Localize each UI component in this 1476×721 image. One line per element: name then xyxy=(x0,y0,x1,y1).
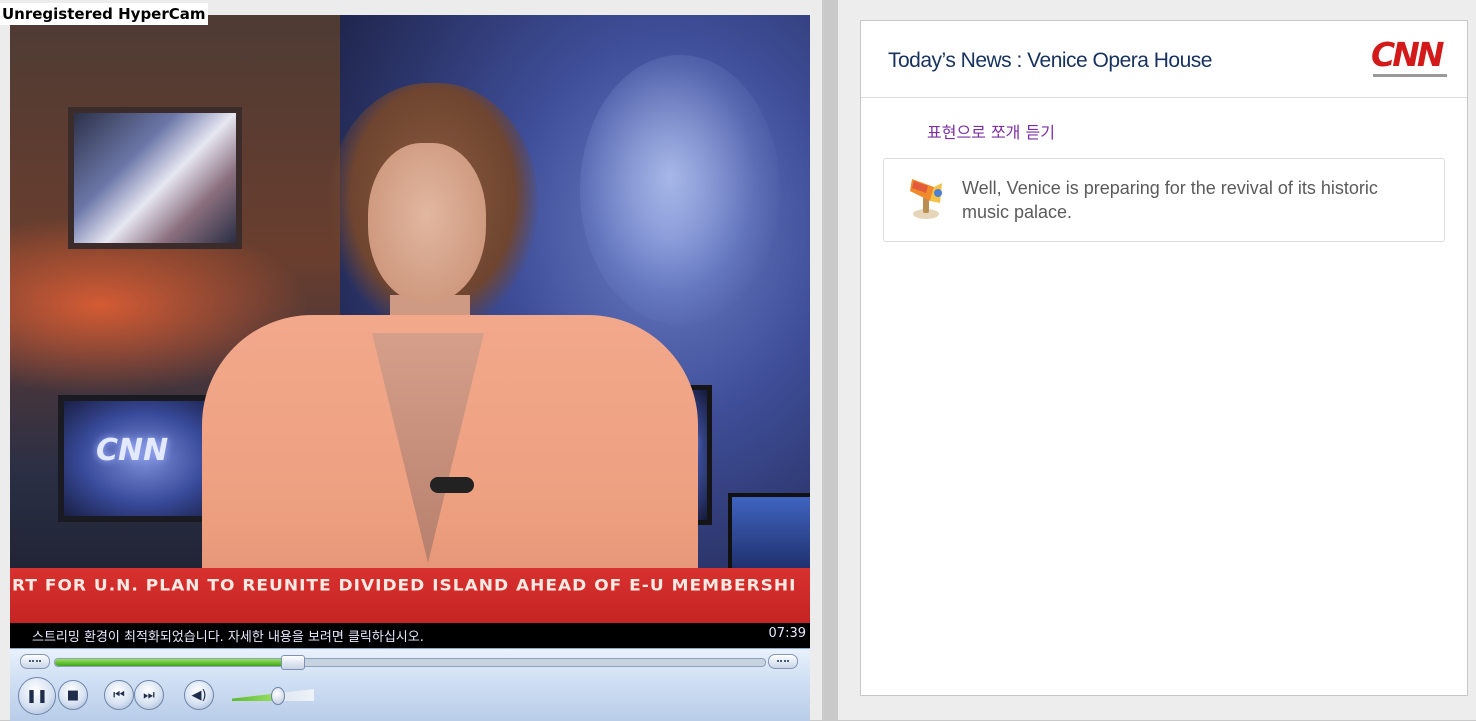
monitor-channel-logo: CNN xyxy=(96,433,169,468)
next-button[interactable]: ⏭ xyxy=(134,680,164,710)
cnn-logo: CNN xyxy=(1369,35,1449,83)
seek-thumb[interactable] xyxy=(281,655,306,670)
transcript-text: Well, Venice is preparing for the reviva… xyxy=(962,178,1378,222)
player-controls: ❚❚ ■ ⏮ ⏭ ◀) xyxy=(10,648,810,721)
watermark-label: Unregistered HyperCam xyxy=(0,3,208,25)
previous-icon: ⏮ xyxy=(113,687,125,703)
ticker-text: RT FOR U.N. PLAN TO REUNITE DIVIDED ISLA… xyxy=(12,576,797,596)
speaker-icon: ◀) xyxy=(191,687,207,703)
studio-monitor-city xyxy=(68,107,242,249)
seek-progress xyxy=(55,659,290,666)
stop-icon: ■ xyxy=(66,687,80,703)
next-icon: ⏭ xyxy=(143,687,155,703)
news-panel: Today’s News : Venice Opera House CNN 표현… xyxy=(838,0,1476,720)
volume-thumb[interactable] xyxy=(271,687,286,705)
seek-bar[interactable] xyxy=(54,655,766,670)
previous-button[interactable]: ⏮ xyxy=(104,680,134,710)
news-ticker: RT FOR U.N. PLAN TO REUNITE DIVIDED ISLA… xyxy=(10,568,810,623)
lapel-mic xyxy=(430,477,474,493)
seek-forward-cap[interactable] xyxy=(768,654,798,669)
studio-monitor-small xyxy=(728,493,810,579)
transcript-item[interactable]: Well, Venice is preparing for the reviva… xyxy=(883,158,1445,242)
status-message[interactable]: 스트리밍 환경이 최적화되었습니다. 자세한 내용을 보려면 클릭하십시오. xyxy=(32,626,424,645)
stop-button[interactable]: ■ xyxy=(58,680,88,710)
mute-button[interactable]: ◀) xyxy=(184,680,214,710)
player-status-bar[interactable]: 스트리밍 환경이 최적화되었습니다. 자세한 내용을 보려면 클릭하십시오. 0… xyxy=(10,623,810,648)
news-header: Today’s News : Venice Opera House CNN xyxy=(861,21,1467,98)
section-label[interactable]: 표현으로 쪼개 듣기 xyxy=(927,119,1055,143)
playback-time: 07:39 xyxy=(768,626,806,641)
cnn-tagline-mark xyxy=(1373,74,1447,77)
speaker-icon[interactable] xyxy=(904,173,948,221)
pause-icon: ❚❚ xyxy=(26,688,48,704)
video-frame[interactable]: CNN CNN RT FOR U.N. PLAN TO REUNITE DIVI… xyxy=(10,15,810,623)
video-player: Unregistered HyperCam CNN CNN RT FOR U.N… xyxy=(0,0,822,721)
news-card: Today’s News : Venice Opera House CNN 표현… xyxy=(860,20,1468,696)
anchor-face xyxy=(368,143,486,303)
seek-rewind-cap[interactable] xyxy=(20,654,50,669)
background-figure xyxy=(580,55,780,325)
play-pause-button[interactable]: ❚❚ xyxy=(18,677,56,715)
cnn-logo-text: CNN xyxy=(1371,35,1444,74)
news-title: Today’s News : Venice Opera House xyxy=(888,49,1212,72)
